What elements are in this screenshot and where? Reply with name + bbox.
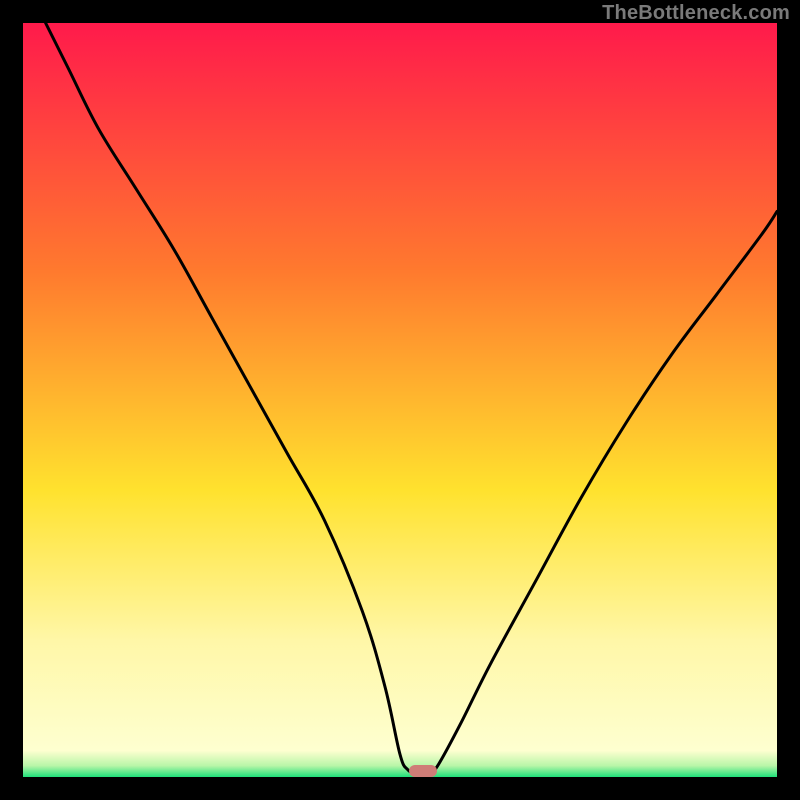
optimal-point-marker: [409, 765, 437, 777]
chart-frame: TheBottleneck.com: [0, 0, 800, 800]
plot-area: [23, 23, 777, 777]
watermark-text: TheBottleneck.com: [602, 2, 790, 25]
gradient-background: [23, 23, 777, 777]
plot-svg: [23, 23, 777, 777]
